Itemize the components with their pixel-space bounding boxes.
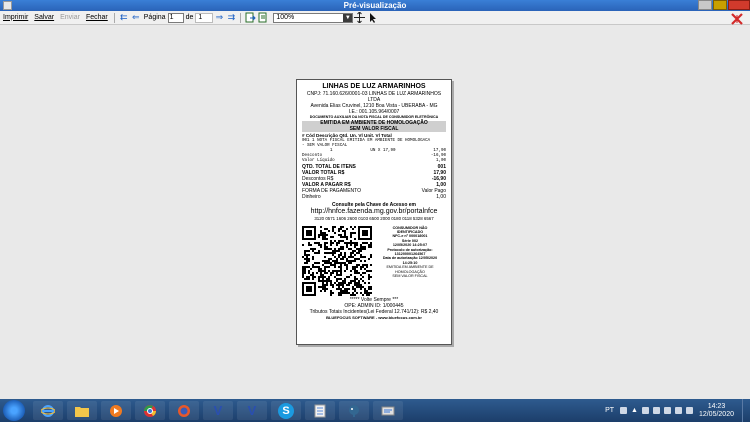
network-icon[interactable] xyxy=(652,407,660,414)
network-app-icon[interactable] xyxy=(373,401,403,420)
minimize-button[interactable] xyxy=(698,0,712,10)
window-controls xyxy=(698,0,750,11)
previous-page-icon[interactable]: ⇐ xyxy=(131,12,141,23)
postgresql-icon[interactable] xyxy=(339,401,369,420)
page-total: 1 xyxy=(195,12,214,23)
show-desktop-button[interactable] xyxy=(742,399,750,422)
zoom-value: 100% xyxy=(276,13,295,21)
toolbar-separator xyxy=(113,12,115,23)
close-button[interactable]: Fechar xyxy=(83,11,111,25)
last-page-icon[interactable]: ⇉ xyxy=(226,12,236,23)
chevron-up-icon[interactable]: ▲ xyxy=(631,407,638,414)
flag-icon[interactable] xyxy=(674,407,682,414)
save-button[interactable]: Salvar xyxy=(31,11,57,25)
display-icon[interactable] xyxy=(685,407,693,414)
portal-url: http://hnfce.fazenda.mg.gov.br/portalnfc… xyxy=(310,208,438,215)
payment-value: 1,00 xyxy=(436,194,446,200)
ie-icon[interactable] xyxy=(33,401,63,420)
keyboard-icon[interactable] xyxy=(620,407,628,414)
print-button[interactable]: Imprimir xyxy=(0,11,31,25)
media-player-icon[interactable] xyxy=(101,401,131,420)
maximize-button[interactable] xyxy=(713,0,727,10)
chrome-icon[interactable] xyxy=(135,401,165,420)
system-tray: PT ▲ 14:23 12/05/2020 xyxy=(605,399,750,422)
homologation-note: SEM VALOR FISCAL xyxy=(392,273,428,278)
app-v-icon[interactable]: V xyxy=(237,401,267,420)
consumer-info: CONSUMIDOR NÃO IDENTIFICADO NFC-e nº 000… xyxy=(372,226,446,296)
of-label: de xyxy=(185,14,194,21)
toolbar-separator xyxy=(240,12,242,23)
export-icon[interactable] xyxy=(245,12,257,23)
taxes-info: Tributos Totais Incidentes(Lei Federal 1… xyxy=(309,308,439,315)
access-key: 3120 0571 1606 2600 0103 6500 2000 0180 … xyxy=(314,216,434,221)
chevron-down-icon[interactable]: ▼ xyxy=(343,13,353,22)
payment-type: Dinheiro xyxy=(302,194,321,200)
skype-letter: S xyxy=(278,402,294,419)
item-unit: UN X 17,90 xyxy=(370,149,396,153)
qr-code xyxy=(302,225,372,296)
software-credit: BLUEFOCUS SOFTWARE - www.bluefocus.com.b… xyxy=(326,314,422,320)
page-label: Página xyxy=(143,14,166,21)
brand-logo-icon xyxy=(730,12,744,26)
payment-row: Dinheiro 1,00 xyxy=(302,194,446,200)
qr-section: CONSUMIDOR NÃO IDENTIFICADO NFC-e nº 000… xyxy=(302,225,446,296)
window-title: Pré-visualização xyxy=(343,1,407,10)
send-button[interactable]: Enviar xyxy=(57,11,83,25)
first-page-icon[interactable]: ⇇ xyxy=(119,12,129,23)
zoom-select[interactable]: 100% ▼ xyxy=(273,12,354,23)
toolbar: Imprimir Salvar Enviar Fechar ⇇ ⇐ Página… xyxy=(0,11,750,25)
title-bar: Pré-visualização xyxy=(0,0,750,11)
clock-date: 12/05/2020 xyxy=(698,410,734,418)
receipt-page: LINHAS DE LUZ ARMARINHOS CNPJ: 71.160.62… xyxy=(296,79,452,345)
fit-page-icon[interactable] xyxy=(354,12,366,23)
cursor-icon[interactable] xyxy=(367,12,378,23)
taskbar: V V S PT ▲ 14:23 12/05/2020 xyxy=(0,399,750,422)
notepad-icon[interactable] xyxy=(305,401,335,420)
clock[interactable]: 14:23 12/05/2020 xyxy=(699,403,734,419)
volume-icon[interactable] xyxy=(663,407,671,414)
app-v-icon[interactable]: V xyxy=(203,401,233,420)
clock-time: 14:23 xyxy=(707,402,726,410)
page-input[interactable] xyxy=(167,12,184,23)
next-page-icon[interactable]: ⇒ xyxy=(214,12,224,23)
homologation-text: SEM VALOR FISCAL xyxy=(349,125,399,132)
language-indicator[interactable]: PT xyxy=(605,407,614,414)
close-window-button[interactable] xyxy=(728,0,750,10)
folder-icon[interactable] xyxy=(67,401,97,420)
start-button[interactable] xyxy=(3,400,25,421)
company-name: LINHAS DE LUZ ARMARINHOS xyxy=(322,83,426,90)
homologation-banner: EMITIDA EM AMBIENTE DE HOMOLOGAÇÃO SEM V… xyxy=(302,120,446,132)
security-icon[interactable] xyxy=(641,407,649,414)
export-pdf-icon[interactable] xyxy=(258,12,269,23)
firefox-icon[interactable] xyxy=(169,401,199,420)
skype-icon[interactable]: S xyxy=(271,401,301,420)
